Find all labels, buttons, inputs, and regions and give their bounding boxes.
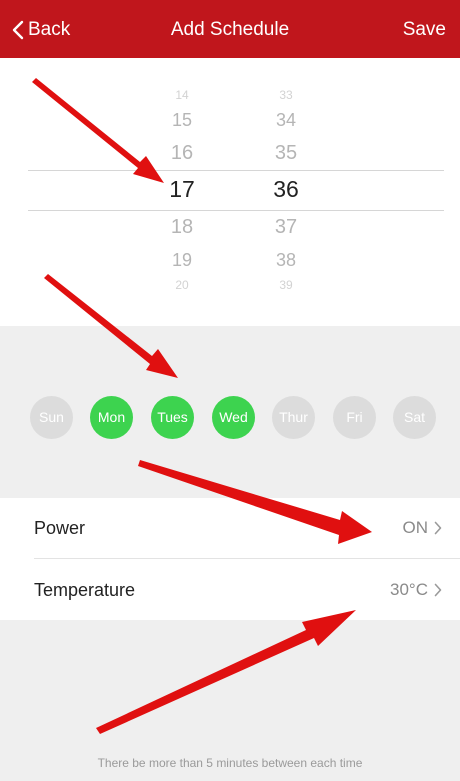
- hour-option[interactable]: 18: [152, 216, 212, 239]
- chevron-right-icon: [434, 583, 442, 597]
- page-title: Add Schedule: [170, 19, 290, 40]
- hour-option[interactable]: 19: [152, 250, 212, 271]
- minute-option[interactable]: 38: [256, 250, 316, 271]
- save-button[interactable]: Save: [403, 14, 446, 46]
- footer-area: There be more than 5 minutes between eac…: [0, 620, 460, 781]
- temperature-row[interactable]: Temperature 30°C: [0, 560, 460, 620]
- power-row[interactable]: Power ON: [0, 498, 460, 559]
- minute-option-selected[interactable]: 36: [256, 176, 316, 203]
- picker-selection-top-divider: [28, 170, 444, 171]
- minute-option[interactable]: 37: [256, 216, 316, 239]
- hour-option-selected[interactable]: 17: [152, 176, 212, 203]
- temperature-value-field[interactable]: 30°C: [390, 560, 442, 620]
- hour-option[interactable]: 20: [152, 278, 212, 292]
- schedule-interval-note: There be more than 5 minutes between eac…: [97, 756, 363, 770]
- day-toggle-thur[interactable]: Thur: [272, 396, 315, 439]
- day-toggle-fri[interactable]: Fri: [333, 396, 376, 439]
- hour-option[interactable]: 16: [152, 142, 212, 165]
- picker-selection-bottom-divider: [28, 210, 444, 211]
- row-divider: [34, 558, 460, 559]
- day-toggle-wed[interactable]: Wed: [212, 396, 255, 439]
- power-label: Power: [34, 518, 86, 538]
- day-toggle-sun[interactable]: Sun: [30, 396, 73, 439]
- power-value-field[interactable]: ON: [403, 498, 443, 558]
- temperature-value: 30°C: [390, 580, 428, 599]
- hour-option[interactable]: 14: [152, 88, 212, 102]
- minute-option[interactable]: 39: [256, 278, 316, 292]
- time-picker: 14 15 16 17 18 19 20 33 34 35 36 37 38 3…: [0, 58, 460, 326]
- nav-bar: Back Add Schedule Save: [0, 0, 460, 58]
- power-value: ON: [402, 518, 429, 537]
- hour-option[interactable]: 15: [152, 110, 212, 131]
- minute-option[interactable]: 33: [256, 88, 316, 102]
- minute-wheel[interactable]: 33 34 35 36 37 38 39: [256, 58, 316, 326]
- day-toggle-sat[interactable]: Sat: [393, 396, 436, 439]
- temperature-label: Temperature: [34, 580, 136, 600]
- day-selector: Sun Mon Tues Wed Thur Fri Sat: [0, 326, 460, 498]
- hour-wheel[interactable]: 14 15 16 17 18 19 20: [152, 58, 212, 326]
- day-toggle-tues[interactable]: Tues: [151, 396, 194, 439]
- day-toggle-mon[interactable]: Mon: [90, 396, 133, 439]
- minute-option[interactable]: 34: [256, 110, 316, 131]
- chevron-right-icon: [434, 521, 442, 535]
- minute-option[interactable]: 35: [256, 142, 316, 165]
